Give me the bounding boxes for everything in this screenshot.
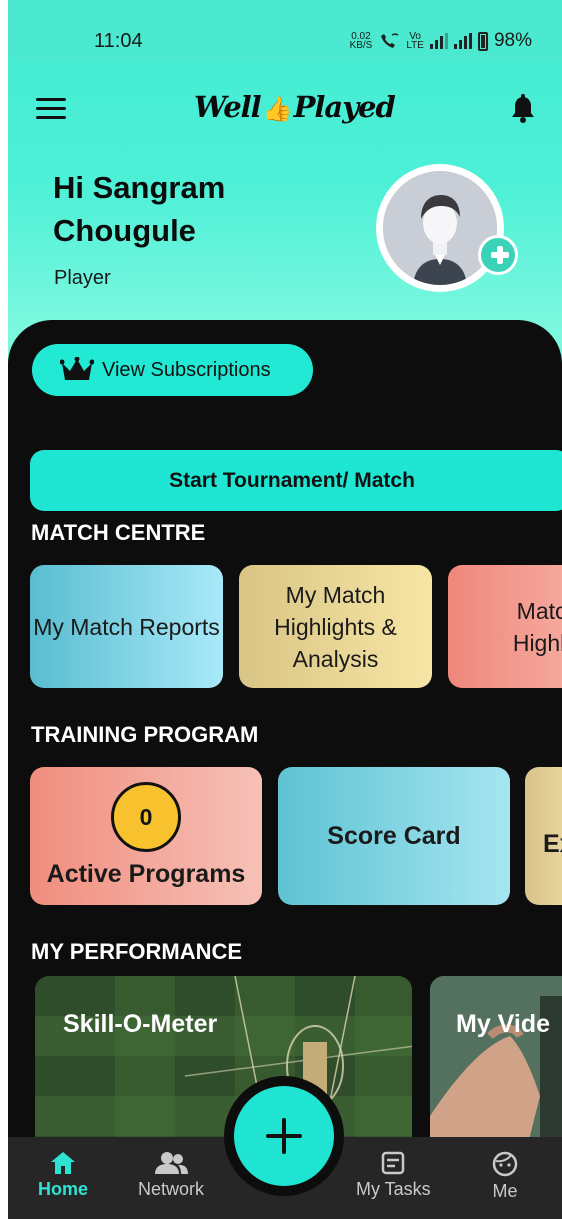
active-count-badge: 0: [111, 782, 181, 852]
battery-level: 98%: [493, 30, 532, 51]
nav-my-tasks[interactable]: My Tasks: [356, 1151, 431, 1200]
view-subscriptions-button[interactable]: View Subscriptions: [32, 344, 313, 396]
active-programs-card[interactable]: 0 Active Programs: [30, 767, 262, 905]
app-screen: 11:04 0.02 KB/S Vo LTE 98% Well👍Played Hi …: [8, 0, 562, 1219]
status-bar: 11:04 0.02 KB/S Vo LTE 98%: [8, 0, 562, 62]
network-speed: 0.02 KB/S: [349, 31, 373, 51]
status-time: 11:04: [94, 30, 143, 52]
match-centre-title: MATCH CENTRE: [31, 520, 206, 545]
my-performance-title: MY PERFORMANCE: [31, 939, 243, 964]
my-match-reports-card[interactable]: My Match Reports: [30, 565, 223, 688]
person-silhouette-icon: [383, 171, 497, 285]
skill-o-meter-title: Skill-O-Meter: [63, 1010, 218, 1038]
signal-icon-2: [453, 33, 472, 49]
app-logo: Well👍Played: [194, 90, 396, 124]
volte-indicator: Vo LTE: [406, 31, 424, 51]
my-match-highlights-card[interactable]: My Match Highlights & Analysis: [239, 565, 432, 688]
add-photo-button[interactable]: [478, 235, 518, 275]
my-videos-title: My Vide: [456, 1010, 551, 1038]
bell-icon[interactable]: [510, 94, 536, 124]
score-card-card[interactable]: Score Card: [278, 767, 510, 905]
thumbs-up-icon: 👍: [262, 94, 293, 123]
status-icons: 0.02 KB/S Vo LTE 98%: [350, 30, 532, 52]
signal-icon: [429, 33, 448, 49]
avatar[interactable]: [376, 164, 504, 292]
match-highlights-card[interactable]: Match Highlig: [448, 565, 562, 688]
app-bar: Well👍Played: [8, 78, 562, 138]
tasks-icon: [382, 1151, 405, 1175]
face-icon: [492, 1151, 518, 1177]
nav-home[interactable]: Home: [38, 1151, 88, 1200]
crown-icon: [60, 357, 94, 380]
greeting-text: Hi Sangram Chougule: [53, 170, 226, 248]
nav-me[interactable]: Me: [492, 1151, 518, 1202]
nav-network[interactable]: Network: [138, 1151, 204, 1200]
home-icon: [51, 1152, 75, 1174]
menu-icon[interactable]: [36, 98, 66, 120]
active-programs-label: Active Programs: [46, 860, 246, 888]
user-role: Player: [54, 267, 111, 289]
training-program-title: TRAINING PROGRAM: [31, 722, 259, 747]
add-fab-button[interactable]: [234, 1086, 334, 1186]
training-third-card[interactable]: Ex: [525, 767, 562, 905]
battery-icon: [477, 31, 488, 51]
view-subscriptions-label: View Subscriptions: [102, 358, 271, 381]
people-icon: [155, 1152, 188, 1174]
start-tournament-button[interactable]: Start Tournament/ Match: [30, 450, 562, 511]
wifi-call-icon: [381, 33, 399, 48]
